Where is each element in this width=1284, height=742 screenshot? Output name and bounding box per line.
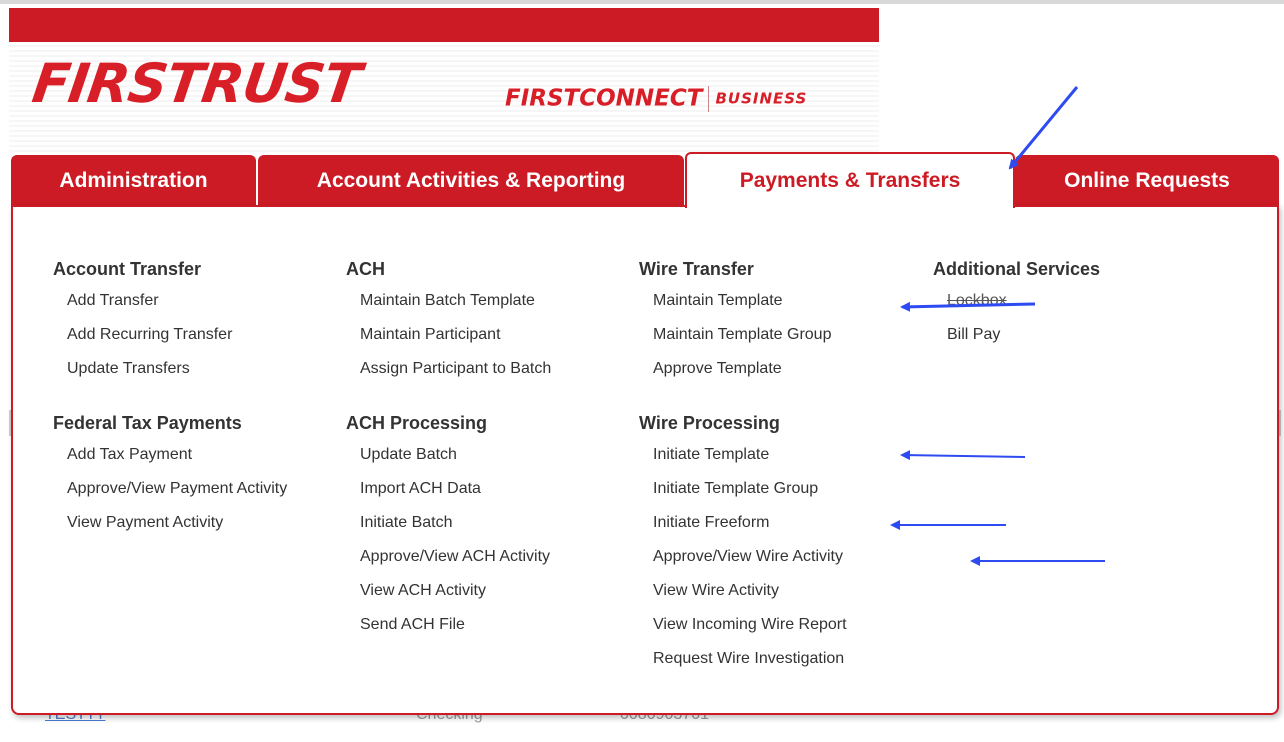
menu-item-initiate-template[interactable]: Initiate Template: [639, 438, 847, 472]
ach-processing-heading: ACH Processing: [346, 413, 488, 433]
menu-item-view-payment-activity[interactable]: View Payment Activity: [53, 506, 287, 540]
menu-item-update-batch[interactable]: Update Batch: [346, 438, 550, 472]
additional-services-section: Additional Services Lockbox Bill Pay: [933, 259, 1100, 352]
wire-processing-heading: Wire Processing: [639, 413, 780, 433]
menu-item-maintain-template[interactable]: Maintain Template: [639, 284, 831, 318]
menu-item-add-transfer[interactable]: Add Transfer: [53, 284, 232, 318]
menu-item-send-ach-file[interactable]: Send ACH File: [346, 608, 550, 642]
firstrust-logo: FIRSTRUST: [28, 52, 364, 115]
header-red-band: [9, 8, 879, 42]
tab-payments-transfers[interactable]: Payments & Transfers: [685, 152, 1015, 208]
federal-tax-payments-heading: Federal Tax Payments: [53, 413, 242, 433]
account-transfer-section: Account Transfer Add Transfer Add Recurr…: [53, 259, 232, 386]
menu-item-initiate-batch[interactable]: Initiate Batch: [346, 506, 550, 540]
additional-services-heading: Additional Services: [933, 259, 1101, 279]
menu-item-import-ach-data[interactable]: Import ACH Data: [346, 472, 550, 506]
menu-item-view-ach-activity[interactable]: View ACH Activity: [346, 574, 550, 608]
logo-divider: [708, 86, 710, 112]
tab-administration[interactable]: Administration: [11, 155, 256, 206]
business-logo-text: BUSINESS: [715, 89, 808, 108]
menu-item-initiate-freeform[interactable]: Initiate Freeform: [639, 506, 847, 540]
menu-item-approve-view-ach-activity[interactable]: Approve/View ACH Activity: [346, 540, 550, 574]
menu-item-bill-pay[interactable]: Bill Pay: [933, 318, 1100, 352]
firstconnect-business-logo: FIRSTCONNECT BUSINESS: [505, 86, 807, 112]
menu-item-maintain-batch-template[interactable]: Maintain Batch Template: [346, 284, 551, 318]
menu-item-approve-template[interactable]: Approve Template: [639, 352, 831, 386]
menu-item-maintain-participant[interactable]: Maintain Participant: [346, 318, 551, 352]
wire-transfer-section: Wire Transfer Maintain Template Maintain…: [639, 259, 831, 386]
menu-item-approve-view-payment-activity[interactable]: Approve/View Payment Activity: [53, 472, 287, 506]
menu-item-approve-view-wire-activity[interactable]: Approve/View Wire Activity: [639, 540, 847, 574]
payments-transfers-menu: Account Transfer Add Transfer Add Recurr…: [11, 205, 1279, 715]
tab-account-activities-reporting[interactable]: Account Activities & Reporting: [258, 155, 684, 206]
menu-item-assign-participant-to-batch[interactable]: Assign Participant to Batch: [346, 352, 551, 386]
window-top-border: [0, 0, 1284, 4]
wire-processing-section: Wire Processing Initiate Template Initia…: [639, 413, 847, 676]
ach-heading: ACH: [346, 259, 385, 279]
menu-item-add-tax-payment[interactable]: Add Tax Payment: [53, 438, 287, 472]
menu-item-update-transfers[interactable]: Update Transfers: [53, 352, 232, 386]
menu-item-view-incoming-wire-report[interactable]: View Incoming Wire Report: [639, 608, 847, 642]
federal-tax-payments-section: Federal Tax Payments Add Tax Payment App…: [53, 413, 287, 540]
menu-item-lockbox[interactable]: Lockbox: [933, 284, 1100, 318]
menu-item-add-recurring-transfer[interactable]: Add Recurring Transfer: [53, 318, 232, 352]
account-transfer-heading: Account Transfer: [53, 259, 202, 279]
wire-transfer-heading: Wire Transfer: [639, 259, 754, 279]
ach-section: ACH Maintain Batch Template Maintain Par…: [346, 259, 551, 386]
menu-item-request-wire-investigation[interactable]: Request Wire Investigation: [639, 642, 847, 676]
menu-item-view-wire-activity[interactable]: View Wire Activity: [639, 574, 847, 608]
firstconnect-logo-text: FIRSTCONNECT: [505, 85, 703, 112]
menu-item-maintain-template-group[interactable]: Maintain Template Group: [639, 318, 831, 352]
menu-item-initiate-template-group[interactable]: Initiate Template Group: [639, 472, 847, 506]
tab-online-requests[interactable]: Online Requests: [1015, 155, 1279, 206]
ach-processing-section: ACH Processing Update Batch Import ACH D…: [346, 413, 550, 642]
